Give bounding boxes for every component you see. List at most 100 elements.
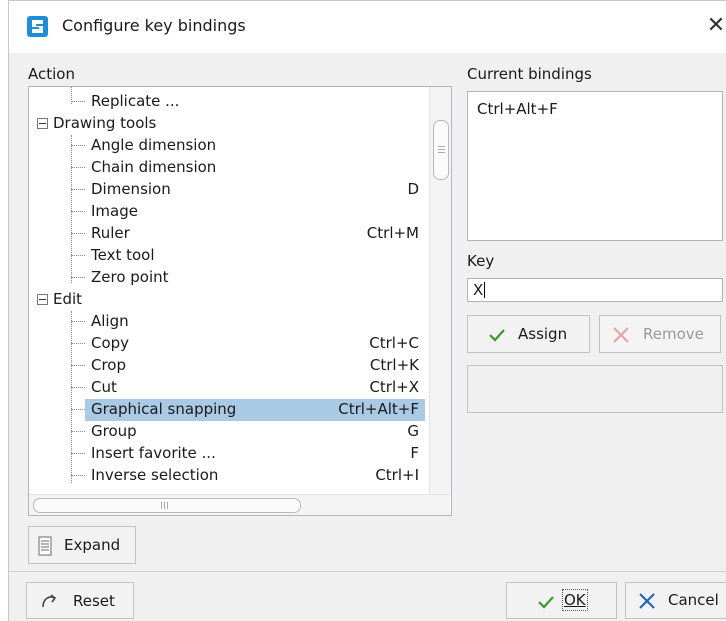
tree-group-label: Edit bbox=[53, 290, 83, 308]
conflict-info-area bbox=[467, 365, 723, 413]
tree-item-label: Copy bbox=[91, 334, 130, 352]
tree-row[interactable]: Copy Ctrl+C bbox=[29, 333, 429, 355]
tree-item-label: Align bbox=[91, 312, 129, 330]
tree-row[interactable]: Graphical snapping Ctrl+Alt+F bbox=[29, 399, 429, 421]
shortcut-text: F bbox=[410, 444, 419, 462]
tree-branch bbox=[71, 255, 85, 256]
tree-item-label: Dimension bbox=[91, 180, 171, 198]
collapse-toggle-icon[interactable] bbox=[37, 294, 48, 305]
footer-bar: Reset OK Cancel bbox=[9, 571, 726, 621]
tree-group-row[interactable]: Drawing tools bbox=[29, 113, 429, 135]
tree-row[interactable]: Replicate ... bbox=[29, 91, 429, 113]
text-caret bbox=[484, 282, 485, 298]
tree-row[interactable]: Cut Ctrl+X bbox=[29, 377, 429, 399]
ok-label: OK bbox=[562, 589, 588, 611]
tree-branch bbox=[71, 211, 85, 212]
tree-item-label: Chain dimension bbox=[91, 158, 217, 176]
shortcut-text: Ctrl+C bbox=[369, 334, 419, 352]
tree-branch bbox=[71, 145, 85, 146]
close-icon[interactable]: ✕ bbox=[703, 11, 726, 41]
tree-branch bbox=[71, 387, 85, 388]
reset-button[interactable]: Reset bbox=[26, 582, 134, 619]
assign-button[interactable]: Assign bbox=[467, 315, 590, 353]
window-title: Configure key bindings bbox=[62, 16, 246, 35]
tree-row[interactable]: Inverse selection Ctrl+I bbox=[29, 465, 429, 487]
tree-branch bbox=[71, 277, 85, 278]
current-bindings-label: Current bindings bbox=[467, 65, 592, 83]
tree-branch bbox=[71, 343, 85, 344]
tree-row[interactable]: Text tool bbox=[29, 245, 429, 267]
tree-item-label: Inverse selection bbox=[91, 466, 219, 484]
tree-row[interactable]: Image bbox=[29, 201, 429, 223]
reset-icon bbox=[39, 592, 59, 614]
shortcut-text: Ctrl+I bbox=[375, 466, 419, 484]
tree-item-label: Group bbox=[91, 422, 137, 440]
expand-icon bbox=[38, 536, 52, 560]
tree-item-label: Graphical snapping bbox=[91, 400, 237, 418]
remove-button[interactable]: Remove bbox=[599, 315, 721, 353]
horizontal-scroll-thumb[interactable] bbox=[33, 498, 301, 513]
remove-x-icon bbox=[612, 326, 630, 348]
tree-group-label: Drawing tools bbox=[53, 114, 157, 132]
tree-item-label: Replicate ... bbox=[91, 92, 180, 110]
horizontal-scrollbar[interactable] bbox=[29, 494, 450, 515]
tree-item-label: Cut bbox=[91, 378, 117, 396]
scroll-thumb[interactable] bbox=[433, 120, 449, 180]
remove-label: Remove bbox=[643, 325, 704, 343]
shortcut-text: G bbox=[407, 422, 419, 440]
key-bindings-dialog: Configure key bindings ✕ Action Replicat… bbox=[8, 0, 726, 621]
ok-button[interactable]: OK bbox=[506, 582, 617, 619]
cancel-x-icon bbox=[638, 592, 656, 614]
action-tree[interactable]: Replicate ... Drawing tools Angle dimensio… bbox=[28, 86, 452, 516]
tree-row[interactable]: Group G bbox=[29, 421, 429, 443]
tree-branch bbox=[71, 475, 85, 476]
app-icon bbox=[27, 16, 48, 37]
tree-branch bbox=[71, 365, 85, 366]
tree-group-row[interactable]: Edit bbox=[29, 289, 429, 311]
cancel-button[interactable]: Cancel bbox=[625, 582, 726, 619]
tree-branch bbox=[71, 189, 85, 190]
key-input-value: X bbox=[473, 281, 484, 299]
expand-button[interactable]: Expand bbox=[28, 526, 136, 564]
shortcut-text: Ctrl+X bbox=[369, 378, 419, 396]
key-input[interactable]: X bbox=[467, 278, 723, 302]
tree-row[interactable]: Crop Ctrl+K bbox=[29, 355, 429, 377]
tree-branch bbox=[71, 233, 85, 234]
shortcut-text: D bbox=[407, 180, 419, 198]
tree-row[interactable]: Insert favorite ... F bbox=[29, 443, 429, 465]
tree-row[interactable]: Chain dimension bbox=[29, 157, 429, 179]
tree-item-label: Ruler bbox=[91, 224, 130, 242]
key-label: Key bbox=[467, 252, 495, 270]
tree-item-label: Image bbox=[91, 202, 138, 220]
shortcut-text: Ctrl+Alt+F bbox=[338, 400, 419, 418]
vertical-scrollbar[interactable] bbox=[429, 87, 451, 494]
tree-item-label: Crop bbox=[91, 356, 127, 374]
reset-label: Reset bbox=[73, 592, 115, 610]
checkmark-icon bbox=[488, 328, 506, 346]
shortcut-text: Ctrl+M bbox=[366, 224, 419, 242]
tree-branch bbox=[71, 167, 85, 168]
tree-item-label: Text tool bbox=[91, 246, 155, 264]
tree-row[interactable]: Angle dimension bbox=[29, 135, 429, 157]
shortcut-text: Ctrl+K bbox=[369, 356, 419, 374]
binding-item[interactable]: Ctrl+Alt+F bbox=[477, 100, 558, 118]
action-label: Action bbox=[28, 65, 75, 83]
tree-item-label: Insert favorite ... bbox=[91, 444, 216, 462]
tree-branch bbox=[71, 101, 85, 102]
collapse-toggle-icon[interactable] bbox=[37, 118, 48, 129]
checkmark-icon bbox=[537, 595, 555, 613]
tree-row[interactable]: Dimension D bbox=[29, 179, 429, 201]
tree-branch bbox=[71, 321, 85, 322]
tree-branch bbox=[71, 453, 85, 454]
assign-label: Assign bbox=[518, 325, 568, 343]
current-bindings-list[interactable]: Ctrl+Alt+F bbox=[467, 91, 723, 241]
tree-row[interactable]: Zero point bbox=[29, 267, 429, 289]
tree-row[interactable]: Ruler Ctrl+M bbox=[29, 223, 429, 245]
tree-item-label: Zero point bbox=[91, 268, 169, 286]
cancel-label: Cancel bbox=[668, 591, 719, 609]
tree-row[interactable]: Align bbox=[29, 311, 429, 333]
expand-label: Expand bbox=[64, 536, 121, 554]
tree-branch bbox=[71, 431, 85, 432]
title-bar: Configure key bindings ✕ bbox=[9, 1, 726, 53]
tree-branch bbox=[71, 409, 85, 410]
